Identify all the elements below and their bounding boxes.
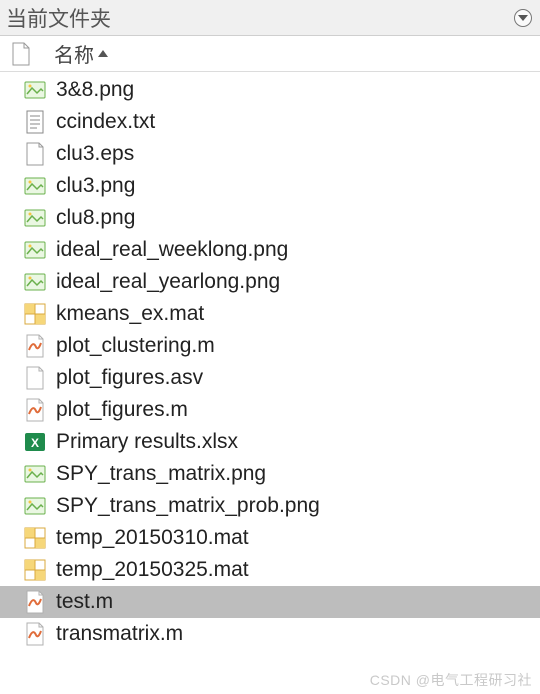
column-header-row[interactable]: 名称 [0,36,540,72]
file-name: ideal_real_weeklong.png [56,238,288,262]
sort-ascending-icon [98,50,108,57]
file-name: clu8.png [56,206,135,230]
file-row[interactable]: clu3.eps [0,138,540,170]
file-name: kmeans_ex.mat [56,302,204,326]
file-name: plot_figures.asv [56,366,203,390]
png-file-icon [22,493,48,519]
file-row[interactable]: test.m [0,586,540,618]
file-row[interactable]: transmatrix.m [0,618,540,650]
file-list[interactable]: 3&8.png ccindex.txt clu3.eps clu3.png clu8.p… [0,72,540,690]
asv-file-icon [22,365,48,391]
file-name: SPY_trans_matrix_prob.png [56,494,320,518]
file-row[interactable]: plot_figures.m [0,394,540,426]
file-row[interactable]: kmeans_ex.mat [0,298,540,330]
column-name-label: 名称 [54,39,94,68]
xlsx-file-icon: X [22,429,48,455]
png-file-icon [22,237,48,263]
file-name: SPY_trans_matrix.png [56,462,266,486]
file-name: ideal_real_yearlong.png [56,270,280,294]
svg-text:X: X [31,436,39,450]
file-row[interactable]: temp_20150325.mat [0,554,540,586]
panel-title: 当前文件夹 [6,3,111,33]
column-name-header[interactable]: 名称 [54,39,108,68]
file-row[interactable]: plot_clustering.m [0,330,540,362]
blank-file-icon [8,39,34,69]
file-name: temp_20150310.mat [56,526,249,550]
file-name: clu3.eps [56,142,134,166]
file-name: 3&8.png [56,78,134,102]
file-name: temp_20150325.mat [56,558,249,582]
file-row[interactable]: ideal_real_yearlong.png [0,266,540,298]
panel-titlebar: 当前文件夹 [0,0,540,36]
m-file-icon [22,397,48,423]
mat-file-icon [22,557,48,583]
eps-file-icon [22,141,48,167]
file-row[interactable]: ideal_real_weeklong.png [0,234,540,266]
m-file-icon [22,333,48,359]
txt-file-icon [22,109,48,135]
png-file-icon [22,77,48,103]
file-name: Primary results.xlsx [56,430,238,454]
file-name: test.m [56,590,113,614]
m-file-icon [22,621,48,647]
file-row[interactable]: temp_20150310.mat [0,522,540,554]
file-row[interactable]: plot_figures.asv [0,362,540,394]
file-name: plot_clustering.m [56,334,215,358]
file-row[interactable]: X Primary results.xlsx [0,426,540,458]
chevron-down-icon [518,15,528,21]
file-row[interactable]: clu3.png [0,170,540,202]
file-name: transmatrix.m [56,622,183,646]
file-row[interactable]: ccindex.txt [0,106,540,138]
file-row[interactable]: clu8.png [0,202,540,234]
file-name: plot_figures.m [56,398,188,422]
file-name: ccindex.txt [56,110,155,134]
m-file-icon [22,589,48,615]
file-row[interactable]: 3&8.png [0,74,540,106]
mat-file-icon [22,301,48,327]
file-row[interactable]: SPY_trans_matrix.png [0,458,540,490]
panel-menu-button[interactable] [514,9,532,27]
png-file-icon [22,205,48,231]
file-name: clu3.png [56,174,135,198]
png-file-icon [22,269,48,295]
file-row[interactable]: SPY_trans_matrix_prob.png [0,490,540,522]
png-file-icon [22,461,48,487]
mat-file-icon [22,525,48,551]
png-file-icon [22,173,48,199]
